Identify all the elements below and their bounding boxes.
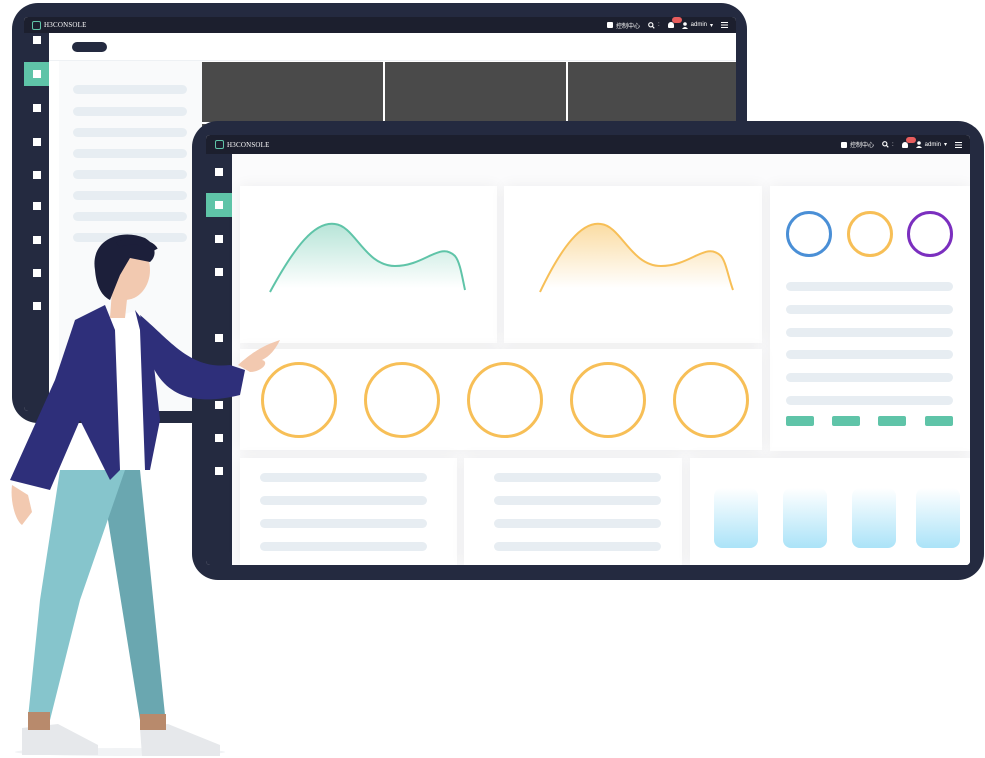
person-leg-front — [28, 470, 125, 720]
person-hand — [238, 340, 280, 372]
person-illustration — [10, 234, 280, 756]
person-jacket — [10, 305, 120, 490]
